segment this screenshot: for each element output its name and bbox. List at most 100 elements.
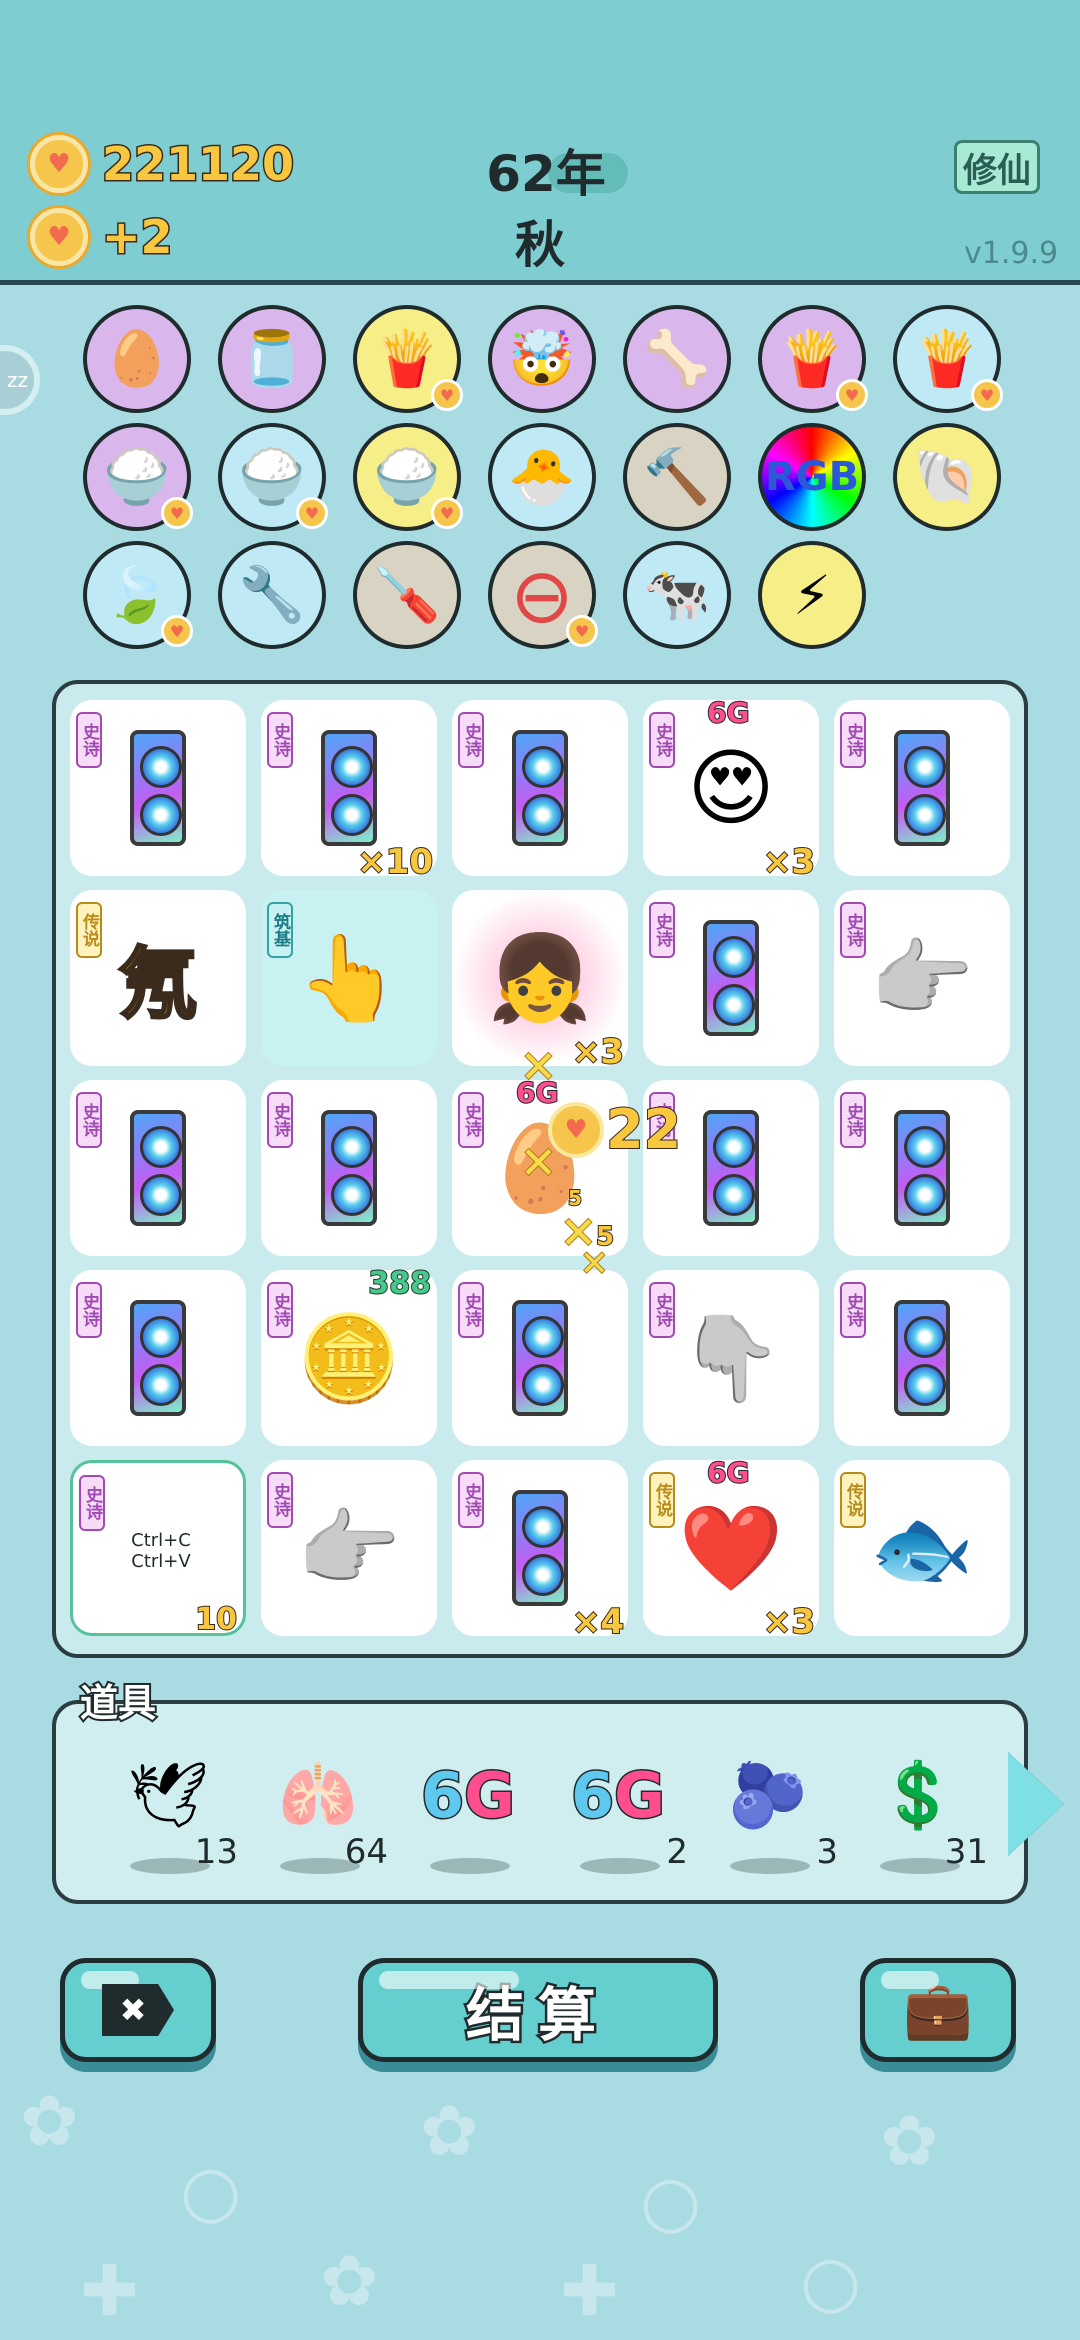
board-cell-pie-coin[interactable]: 史诗 🪙 388 xyxy=(261,1265,437,1446)
bg-flower-icon: ✿ xyxy=(420,2090,479,2172)
board-cell-gpu[interactable]: 史诗 xyxy=(834,700,1010,876)
board-cell-gray-hand[interactable]: 史诗 👉 xyxy=(261,1460,437,1636)
fries-icon[interactable]: 🍟 ♥ xyxy=(758,305,868,413)
board-cell-crown-heart[interactable]: 传说 ❤️ ×3 6G xyxy=(643,1455,819,1643)
rarity-tag: 史诗 xyxy=(76,1282,102,1338)
top-bar: ♥ 221120 ♥ +2 62年 秋 修仙 v1.9.9 xyxy=(0,0,1080,285)
top-6g-badge: 6G xyxy=(706,1455,750,1490)
shield-wrench-icon[interactable]: 🔧 xyxy=(218,541,326,649)
rarity-tag: 史诗 xyxy=(840,712,866,768)
board-cell-gray-hand[interactable]: 史诗 👉 xyxy=(834,890,1010,1066)
chick-egg-icon[interactable]: 🐣 xyxy=(488,423,596,531)
fries-icon[interactable]: 🍟 ♥ xyxy=(893,305,1003,413)
board-cell-gpu[interactable]: 史诗 xyxy=(834,1080,1010,1256)
board-cell-gpu[interactable]: 史诗 xyxy=(452,700,628,876)
bg-flower-icon: ✿ xyxy=(880,2100,939,2182)
rarity-tag: 史诗 xyxy=(267,1092,293,1148)
bag-button[interactable]: 💼 xyxy=(860,1958,1016,2062)
board-cell-gpu[interactable]: 史诗 xyxy=(834,1270,1010,1446)
prop-shadow xyxy=(730,1858,810,1874)
graphics-card-icon xyxy=(512,730,568,846)
board-cell-heart-girl[interactable]: 👧 ×3 xyxy=(452,890,628,1073)
six-g-text: 6G xyxy=(569,1757,666,1833)
next-arrow-icon[interactable] xyxy=(1008,1752,1064,1856)
rice-bowl-icon[interactable]: 🍚 ♥ xyxy=(218,423,328,531)
board-cell-gpu[interactable]: 史诗 xyxy=(452,1270,628,1446)
graphics-card-icon xyxy=(894,730,950,846)
graphics-card-icon xyxy=(130,730,186,846)
fries-icon[interactable]: 🍟 ♥ xyxy=(353,305,463,413)
dog-bowl-icon[interactable]: 🦴 xyxy=(623,305,731,413)
cow-pair-icon[interactable]: 🐄 xyxy=(623,541,731,649)
close-button[interactable]: ✖ xyxy=(60,1958,216,2062)
koi-icon: 🐟 xyxy=(869,1498,975,1597)
board-cell-gpu[interactable]: 史诗 xyxy=(70,1270,246,1446)
prop-count: 2 xyxy=(666,1832,688,1872)
coin-total-value: 221120 xyxy=(100,136,295,193)
rice-bowl-icon[interactable]: 🍚 ♥ xyxy=(83,423,193,531)
jar-icon[interactable]: 🫙 xyxy=(218,305,326,413)
settle-button[interactable]: 结算 xyxy=(358,1958,718,2062)
math-head-icon-glyph: 🤯 xyxy=(508,327,576,390)
prop-liver[interactable]: 🫁 64 xyxy=(258,1740,388,1880)
graphics-card-icon xyxy=(130,1300,186,1416)
rice-bowl-icon[interactable]: 🍚 ♥ xyxy=(353,423,463,531)
rgb-icon[interactable]: RGB xyxy=(758,423,866,531)
rarity-tag: 史诗 xyxy=(76,712,102,768)
dog-bowl-icon-glyph: 🦴 xyxy=(643,327,711,390)
graphics-card-icon xyxy=(703,1110,759,1226)
coin-income: ♥ +2 xyxy=(30,208,174,266)
heart-coin-icon: ♥ xyxy=(30,208,88,266)
board-cell-copy-paste[interactable]: 史诗 Ctrl+C Ctrl+V 10 xyxy=(70,1460,246,1638)
graphics-card-icon xyxy=(130,1110,186,1226)
heart-coin-icon: ♥ xyxy=(836,379,868,411)
board-cell-gray-hand[interactable]: 史诗 👇 xyxy=(643,1270,819,1446)
egg-icon[interactable]: 🥚 xyxy=(83,305,191,413)
board-cell-gpu[interactable]: 史诗 xyxy=(70,1080,246,1256)
board-cell-gpu[interactable]: 史诗 xyxy=(261,1080,437,1256)
fries-icon-glyph: 🍟 xyxy=(373,327,441,390)
year-label: 62年 xyxy=(486,145,606,203)
prop-coin[interactable]: 💲 31 xyxy=(858,1740,988,1880)
shell-icon[interactable]: 🐚 xyxy=(893,423,1001,531)
green-counter: 388 xyxy=(367,1265,432,1302)
leaf-icon-glyph: 🍃 xyxy=(103,563,171,626)
board-cell-king-face[interactable]: 史诗 😍 ×3 6G xyxy=(643,695,819,883)
board-cell-gpu[interactable]: 史诗 xyxy=(643,890,819,1066)
prop-count: 64 xyxy=(344,1832,388,1872)
prop-shadow xyxy=(580,1858,660,1874)
minus-circle-icon[interactable]: ⊖ ♥ xyxy=(488,541,598,649)
board-cell-pointer-hand[interactable]: 筑基 👆 xyxy=(261,890,437,1066)
graphics-card-icon xyxy=(321,1110,377,1226)
mode-button[interactable]: 修仙 xyxy=(954,140,1040,194)
leaf-icon[interactable]: 🍃 ♥ xyxy=(83,541,193,649)
board-cell-neon-char[interactable]: 传说氖 xyxy=(70,890,246,1066)
board-cell-gpu[interactable]: 史诗 xyxy=(70,700,246,876)
graphics-card-icon xyxy=(321,730,377,846)
prop-6g[interactable]: 6G xyxy=(408,1740,538,1880)
board-cell-gpu[interactable]: 史诗 ×10 xyxy=(261,700,437,883)
bg-circle-icon: ○ xyxy=(640,2160,702,2242)
prop-blueberry[interactable]: 🫐 3 xyxy=(708,1740,838,1880)
prop-pigeon[interactable]: 🕊 13 xyxy=(108,1740,238,1880)
coin-icon: 💲 xyxy=(878,1758,958,1833)
jar-icon-glyph: 🫙 xyxy=(238,327,306,390)
screwdriver-icon[interactable]: 🪛 xyxy=(353,541,461,649)
board-cell-gpu[interactable]: 史诗 ×4 xyxy=(452,1460,628,1643)
minus-circle-icon-glyph: ⊖ xyxy=(510,550,574,640)
hammer-icon[interactable]: 🔨 xyxy=(623,423,731,531)
graphics-card-icon xyxy=(894,1300,950,1416)
coin-total: ♥ 221120 xyxy=(30,135,296,193)
sleep-bubble[interactable]: zz xyxy=(0,345,40,415)
lightning-icon[interactable]: ⚡ xyxy=(758,541,866,649)
coin-gain-text: 22 xyxy=(605,1097,682,1162)
rarity-tag: 史诗 xyxy=(458,712,484,768)
screwdriver-icon-glyph: 🪛 xyxy=(373,563,441,626)
prop-6g[interactable]: 6G 2 xyxy=(558,1740,688,1880)
rgb-icon-glyph: RGB xyxy=(764,454,860,500)
six-g-text: 6G xyxy=(419,1757,516,1833)
board-cell-koi[interactable]: 传说 🐟 xyxy=(834,1460,1010,1636)
math-head-icon[interactable]: 🤯 xyxy=(488,305,596,413)
button-gloss xyxy=(881,1971,940,1989)
multiplier-label: ×4 xyxy=(571,1601,625,1643)
